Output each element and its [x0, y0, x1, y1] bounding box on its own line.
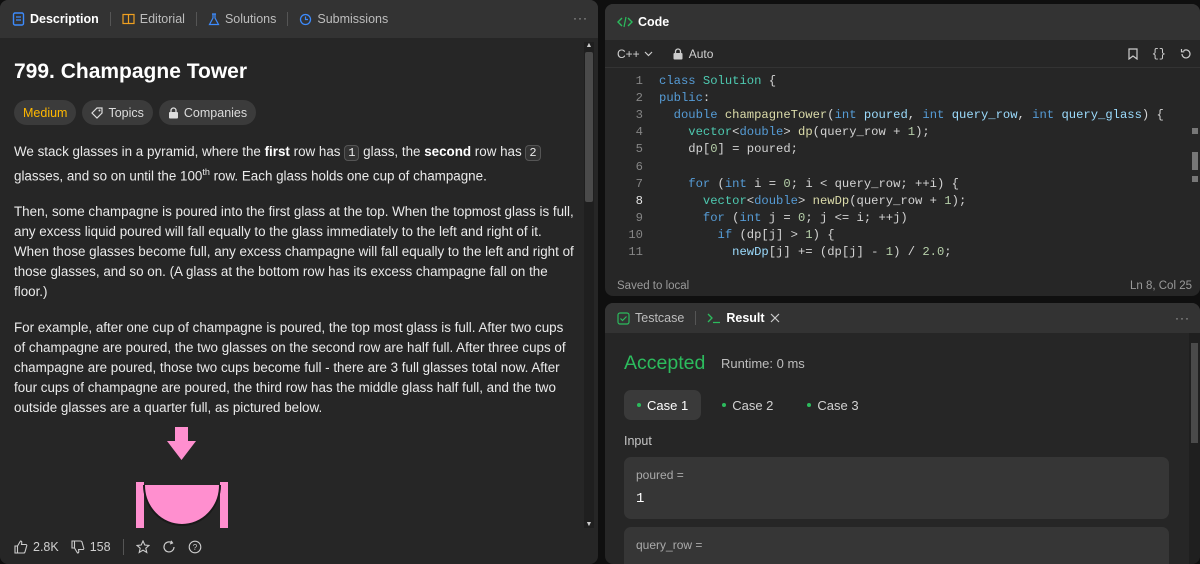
field-name: poured =: [636, 468, 684, 482]
topics-chip[interactable]: Topics: [82, 100, 153, 125]
editor-status: Saved to local Ln 8, Col 25: [617, 280, 1192, 292]
like-button[interactable]: 2.8K: [14, 540, 59, 554]
difficulty-badge[interactable]: Medium: [14, 100, 77, 125]
editor-scrollbar[interactable]: [1188, 72, 1200, 272]
likes-count: 2.8K: [33, 540, 59, 554]
problem-title: 799. Champagne Tower: [14, 60, 248, 83]
thumbs-down-icon: [71, 540, 85, 554]
code-icon: [617, 16, 633, 28]
code-title: Code: [638, 15, 670, 29]
field-name: query_row =: [636, 538, 703, 552]
checkbox-icon: [617, 311, 630, 325]
lock-icon: [673, 47, 683, 60]
tab-label: Description: [30, 12, 99, 26]
more-options-icon[interactable]: ···: [573, 11, 588, 25]
tab-label: Editorial: [139, 12, 185, 26]
tab-solutions[interactable]: Solutions: [204, 12, 280, 26]
difficulty-label: Medium: [23, 105, 68, 120]
companies-chip[interactable]: Companies: [158, 100, 257, 125]
dislikes-count: 158: [89, 540, 111, 554]
book-icon: [122, 13, 135, 25]
testcase-label: Testcase: [635, 311, 685, 325]
result-scrollbar[interactable]: [1189, 333, 1200, 564]
mode-select[interactable]: Auto: [673, 46, 714, 61]
braces-icon[interactable]: {}: [1152, 47, 1166, 61]
tab-submissions[interactable]: Submissions: [295, 12, 392, 26]
cursor-position: Ln 8, Col 25: [1129, 280, 1192, 292]
tab-editorial[interactable]: Editorial: [118, 12, 189, 26]
share-icon[interactable]: [162, 540, 176, 554]
saved-status: Saved to local: [617, 280, 690, 292]
scrollbar-thumb[interactable]: [585, 52, 593, 202]
case-tabs: Case 1 Case 2 Case 3: [624, 390, 872, 420]
tab-result[interactable]: Result: [703, 311, 783, 325]
topics-label: Topics: [108, 105, 144, 120]
description-footer: 2.8K 158 ?: [0, 530, 584, 564]
terminal-icon: [707, 312, 721, 324]
case-tab-3[interactable]: Case 3: [794, 390, 871, 420]
thumbs-up-icon: [14, 540, 28, 554]
inline-code: 1: [344, 145, 360, 161]
chevron-down-icon: [644, 51, 653, 57]
description-paragraph-3: For example, after one cup of champagne …: [14, 320, 566, 416]
code-toolbar: C++ Auto {}: [605, 40, 1200, 68]
companies-label: Companies: [183, 105, 248, 120]
reset-icon[interactable]: [1180, 47, 1192, 61]
input-field-query-row: query_row =: [624, 527, 1169, 564]
description-scrollbar[interactable]: ▲ ▼: [584, 42, 594, 528]
input-label: Input: [624, 434, 652, 448]
champagne-tower-illustration: [136, 427, 228, 528]
case-tab-2[interactable]: Case 2: [709, 390, 786, 420]
left-tabbar: Description Editorial Solutions Submissi…: [0, 0, 598, 38]
runtime-text: Runtime: 0 ms: [721, 356, 805, 371]
more-options-icon[interactable]: ···: [1175, 311, 1190, 325]
close-icon[interactable]: [770, 313, 780, 323]
code-editor[interactable]: 1 class Solution { 2 public: 3 double cham…: [605, 72, 1187, 270]
description-paragraph-2: Then, some champagne is poured into the …: [14, 204, 574, 300]
language-label: C++: [617, 46, 640, 61]
svg-text:?: ?: [192, 543, 197, 552]
result-panel: Testcase Result ··· Accepted Runtime: 0 …: [605, 303, 1200, 564]
tab-label: Solutions: [224, 12, 277, 26]
tag-icon: [91, 106, 104, 119]
code-panel: Code C++ Auto {} 1 class Solution { 2 publ…: [605, 4, 1200, 296]
input-field-poured: poured = 1: [624, 457, 1169, 519]
tab-code[interactable]: Code: [613, 15, 673, 29]
description-paragraph-1: We stack glasses in a pyramid, where the…: [14, 142, 574, 186]
mode-label: Auto: [688, 46, 714, 61]
language-select[interactable]: C++: [617, 47, 653, 61]
problem-description: 799. Champagne Tower Medium Topics Compa…: [14, 60, 574, 418]
help-icon[interactable]: ?: [188, 540, 202, 554]
tab-description[interactable]: Description: [8, 12, 103, 26]
field-value: 1: [636, 491, 645, 507]
description-panel: Description Editorial Solutions Submissi…: [0, 0, 598, 564]
document-icon: [12, 12, 25, 26]
result-tabbar: Testcase Result ···: [605, 303, 1200, 333]
result-label: Result: [726, 311, 765, 325]
bookmark-icon[interactable]: [1127, 47, 1138, 61]
history-icon: [299, 13, 312, 26]
lock-icon: [168, 106, 179, 119]
inline-code: 2: [525, 145, 541, 161]
dislike-button[interactable]: 158: [71, 540, 111, 554]
code-tabbar: Code: [605, 4, 1200, 40]
star-icon[interactable]: [135, 540, 150, 554]
tab-testcase[interactable]: Testcase: [613, 311, 688, 325]
flask-icon: [208, 12, 220, 26]
case-tab-1[interactable]: Case 1: [624, 390, 702, 420]
result-status: Accepted: [624, 352, 706, 374]
tab-label: Submissions: [317, 12, 389, 26]
